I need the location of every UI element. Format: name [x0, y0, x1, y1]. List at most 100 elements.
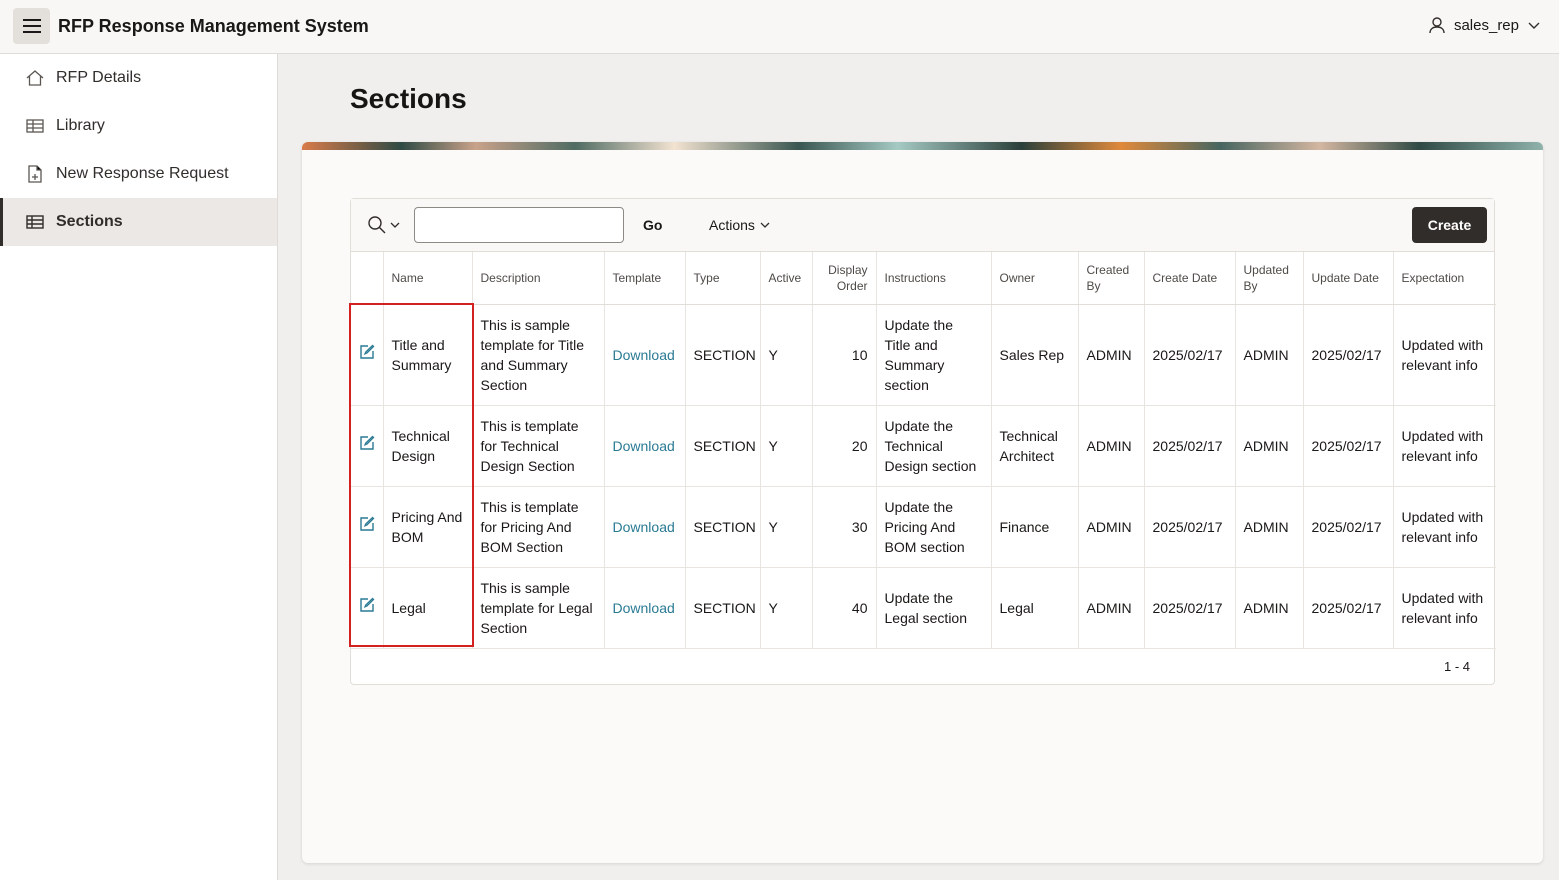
cell-instructions: Update the Pricing And BOM section: [876, 486, 992, 568]
actions-menu-button[interactable]: Actions: [709, 217, 771, 233]
user-icon: [1429, 17, 1445, 34]
file-add-icon: [24, 163, 46, 185]
edit-icon[interactable]: [359, 516, 375, 535]
cell-display-order: 40: [812, 567, 877, 649]
column-header-active[interactable]: Active: [760, 252, 813, 305]
cell-template: Download: [604, 567, 686, 649]
cell-updated-by: ADMIN: [1235, 567, 1304, 649]
content-region: Go Actions Create Name Description Templ…: [302, 142, 1543, 863]
download-link[interactable]: Download: [613, 347, 675, 363]
sidebar-item-library[interactable]: Library: [0, 102, 277, 150]
cell-expectation: Updated with relevant info: [1393, 486, 1496, 568]
region-banner: [302, 142, 1543, 150]
cell-description: This is sample template for Title and Su…: [472, 304, 605, 406]
column-header-description[interactable]: Description: [472, 252, 605, 305]
sidebar-item-label: Sections: [56, 213, 123, 230]
download-link[interactable]: Download: [613, 519, 675, 535]
cell-name: Technical Design: [383, 405, 473, 487]
edit-icon[interactable]: [359, 435, 375, 454]
sidebar-item-label: Library: [56, 117, 105, 134]
cell-owner: Legal: [991, 567, 1079, 649]
report-toolbar: Go Actions Create: [351, 199, 1494, 252]
cell-template: Download: [604, 405, 686, 487]
sidebar-item-rfp-details[interactable]: RFP Details: [0, 54, 277, 102]
cell-display-order: 30: [812, 486, 877, 568]
create-button[interactable]: Create: [1412, 207, 1487, 243]
cell-created-by: ADMIN: [1078, 405, 1145, 487]
column-header-created-by[interactable]: Created By: [1078, 252, 1145, 305]
cell-update-date: 2025/02/17: [1303, 567, 1394, 649]
cell-owner: Technical Architect: [991, 405, 1079, 487]
edit-cell: [351, 486, 384, 568]
sidebar-item-new-response-request[interactable]: New Response Request: [0, 150, 277, 198]
column-header-template[interactable]: Template: [604, 252, 686, 305]
chevron-down-icon: [390, 222, 400, 228]
user-menu[interactable]: sales_rep: [1428, 16, 1541, 34]
chevron-down-icon: [760, 222, 770, 228]
cell-description: This is template for Pricing And BOM Sec…: [472, 486, 605, 568]
cell-create-date: 2025/02/17: [1144, 405, 1236, 487]
sections-table: Name Description Template Type Active Di…: [351, 252, 1496, 649]
cell-updated-by: ADMIN: [1235, 486, 1304, 568]
hamburger-icon[interactable]: [13, 8, 50, 44]
cell-create-date: 2025/02/17: [1144, 567, 1236, 649]
column-header-owner[interactable]: Owner: [991, 252, 1079, 305]
table-row: Title and Summary This is sample templat…: [351, 304, 1496, 406]
cell-update-date: 2025/02/17: [1303, 486, 1394, 568]
cell-update-date: 2025/02/17: [1303, 304, 1394, 406]
page-title: Sections: [350, 83, 467, 114]
column-header-name[interactable]: Name: [383, 252, 473, 305]
cell-active: Y: [760, 567, 813, 649]
column-header-type[interactable]: Type: [685, 252, 761, 305]
cell-display-order: 20: [812, 405, 877, 487]
table-row: Legal This is sample template for Legal …: [351, 567, 1496, 649]
download-link[interactable]: Download: [613, 438, 675, 454]
sidebar-item-sections[interactable]: Sections: [0, 198, 277, 246]
sidebar-item-label: New Response Request: [56, 165, 229, 182]
cell-name: Pricing And BOM: [383, 486, 473, 568]
cell-instructions: Update the Technical Design section: [876, 405, 992, 487]
search-input[interactable]: [414, 207, 624, 243]
top-bar: RFP Response Management System sales_rep: [0, 0, 1559, 54]
cell-created-by: ADMIN: [1078, 486, 1145, 568]
cell-active: Y: [760, 405, 813, 487]
search-column-selector[interactable]: [367, 215, 401, 235]
cell-active: Y: [760, 304, 813, 406]
table-row: Technical Design This is template for Te…: [351, 405, 1496, 487]
interactive-report: Go Actions Create Name Description Templ…: [350, 198, 1496, 685]
cell-owner: Finance: [991, 486, 1079, 568]
cell-created-by: ADMIN: [1078, 304, 1145, 406]
cell-expectation: Updated with relevant info: [1393, 405, 1496, 487]
edit-cell: [351, 304, 384, 406]
column-header-create-date[interactable]: Create Date: [1144, 252, 1236, 305]
cell-template: Download: [604, 304, 686, 406]
cell-active: Y: [760, 486, 813, 568]
actions-label: Actions: [709, 217, 755, 233]
column-header-edit: [351, 252, 384, 305]
cell-name: Title and Summary: [383, 304, 473, 406]
edit-icon[interactable]: [359, 344, 375, 363]
column-header-display-order[interactable]: Display Order: [812, 252, 877, 305]
home-icon: [24, 67, 46, 89]
grid-icon: [24, 115, 46, 137]
download-link[interactable]: Download: [613, 600, 675, 616]
cell-owner: Sales Rep: [991, 304, 1079, 406]
cell-create-date: 2025/02/17: [1144, 486, 1236, 568]
sidebar: RFP Details Library New Response Request…: [0, 54, 278, 880]
column-header-expectation[interactable]: Expectation: [1393, 252, 1496, 305]
column-header-instructions[interactable]: Instructions: [876, 252, 992, 305]
cell-create-date: 2025/02/17: [1144, 304, 1236, 406]
cell-instructions: Update the Title and Summary section: [876, 304, 992, 406]
column-header-update-date[interactable]: Update Date: [1303, 252, 1394, 305]
cell-type: SECTION: [685, 486, 761, 568]
cell-instructions: Update the Legal section: [876, 567, 992, 649]
column-header-updated-by[interactable]: Updated By: [1235, 252, 1304, 305]
app-title: RFP Response Management System: [58, 16, 369, 36]
table-icon: [24, 211, 46, 233]
chevron-down-icon: [1528, 22, 1540, 29]
pagination-info: 1 - 4: [1443, 659, 1470, 674]
go-button[interactable]: Go: [643, 217, 662, 233]
cell-update-date: 2025/02/17: [1303, 405, 1394, 487]
edit-icon[interactable]: [359, 597, 375, 616]
cell-name: Legal: [383, 567, 473, 649]
